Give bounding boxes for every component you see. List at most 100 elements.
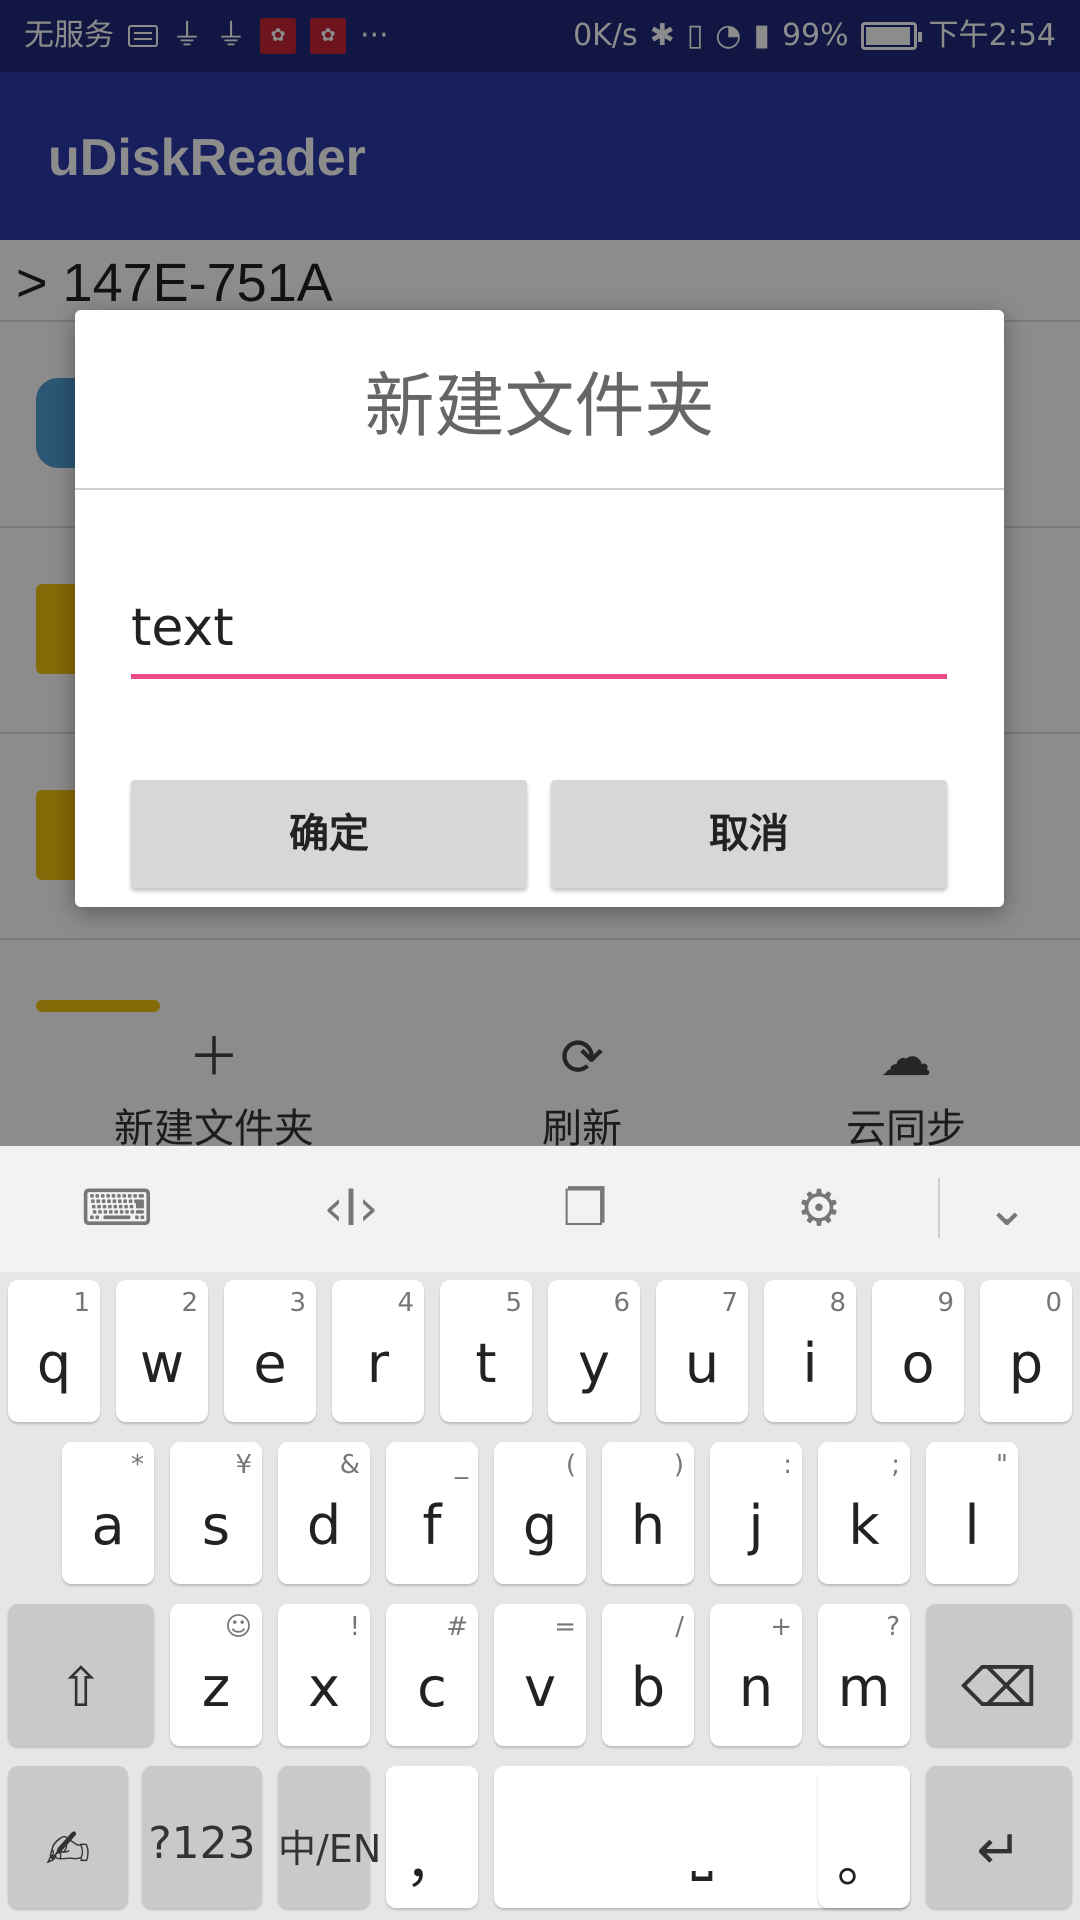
comma-key[interactable]: ， [386,1766,478,1908]
key-hint: * [131,1450,144,1480]
symbols-key[interactable]: ?123 [142,1766,262,1908]
key-e[interactable]: 3e [224,1280,316,1422]
key-k[interactable]: ; k [818,1442,910,1584]
key-v[interactable]: = v [494,1604,586,1746]
dialog-title: 新建文件夹 [364,365,715,447]
key-label: d [306,1494,342,1557]
key-label: n [738,1656,774,1719]
cursor-move-icon[interactable]: ‹I› [306,1168,396,1248]
key-hint: 9 [937,1288,954,1318]
key-label: 。 [837,1831,891,1894]
key-label: w [139,1332,185,1395]
period-key[interactable]: 。 [818,1766,910,1908]
key-hint: 8 [829,1288,846,1318]
key-hint: 6 [613,1288,630,1318]
key-j[interactable]: :j [710,1442,802,1584]
key-u[interactable]: 7u [656,1280,748,1422]
key-hint: ! [349,1612,360,1642]
handwriting-key[interactable]: ✍ [8,1766,128,1908]
key-r[interactable]: 4r [332,1280,424,1422]
symbols-label: ?123 [148,1818,256,1869]
key-label: v [524,1656,556,1719]
key-label: m [837,1656,891,1719]
key-hint: ? [886,1612,900,1642]
keyboard-toolbar: ⌨ ‹I› ❐ ⚙ ⌄ [0,1146,1080,1272]
key-hint: + [770,1612,792,1642]
key-label: p [1008,1332,1044,1395]
key-label: c [417,1656,447,1719]
key-label: h [630,1494,666,1557]
hand-gesture-icon: ✍ [45,1818,91,1881]
confirm-button[interactable]: 确定 [131,780,527,888]
key-label: f [422,1494,442,1557]
key-m[interactable]: ? m [818,1604,910,1746]
key-p[interactable]: 0p [980,1280,1072,1422]
key-n[interactable]: + n [710,1604,802,1746]
clipboard-icon[interactable]: ❐ [540,1168,630,1248]
key-i[interactable]: 8i [764,1280,856,1422]
toolbar-separator [938,1178,940,1238]
key-label: b [630,1656,666,1719]
key-label: y [578,1332,610,1395]
key-hint: 3 [289,1288,306,1318]
key-t[interactable]: 5t [440,1280,532,1422]
gear-icon[interactable]: ⚙ [774,1168,864,1248]
key-h[interactable]: ) h [602,1442,694,1584]
backspace-key[interactable]: ⌫ [926,1604,1072,1746]
key-hint: ) [673,1450,684,1480]
language-label: 中/EN [278,1827,382,1871]
language-key[interactable]: 中/EN [278,1766,382,1908]
enter-key[interactable]: ↵ [926,1766,1072,1908]
key-hint: : [783,1450,792,1480]
key-f[interactable]: _ f [386,1442,478,1584]
soft-keyboard: ⌨ ‹I› ❐ ⚙ ⌄ 1q 2w 3e 4r 5t 6y 7u 8i 9o 0… [0,1146,1080,1920]
key-s[interactable]: ¥ s [170,1442,262,1584]
key-hint: / [675,1612,684,1642]
key-hint: ¥ [235,1450,252,1480]
key-label: r [366,1332,390,1395]
key-hint: 1 [73,1288,90,1318]
cancel-button[interactable]: 取消 [551,780,947,888]
key-label: t [475,1332,497,1395]
key-hint: # [446,1612,468,1642]
chevron-down-icon[interactable]: ⌄ [962,1168,1052,1248]
keyboard-switch-icon[interactable]: ⌨ [72,1168,162,1248]
key-label: a [91,1494,125,1557]
folder-name-input[interactable] [131,588,947,668]
key-hint: ☺ [224,1612,252,1642]
backspace-icon: ⌫ [960,1656,1038,1719]
key-label: g [522,1494,558,1557]
key-q[interactable]: 1q [8,1280,100,1422]
shift-key[interactable]: ⇧ [8,1604,154,1746]
key-b[interactable]: / b [602,1604,694,1746]
key-c[interactable]: # c [386,1604,478,1746]
key-z[interactable]: ☺ z [170,1604,262,1746]
key-hint: 0 [1045,1288,1062,1318]
divider [75,488,1004,490]
key-hint: " [996,1450,1008,1480]
key-g[interactable]: (g [494,1442,586,1584]
key-d[interactable]: & d [278,1442,370,1584]
key-label: z [201,1656,231,1719]
key-hint: = [554,1612,576,1642]
key-label: u [684,1332,720,1395]
key-y[interactable]: 6y [548,1280,640,1422]
key-label: x [308,1656,340,1719]
key-hint: 7 [721,1288,738,1318]
key-o[interactable]: 9o [872,1280,964,1422]
key-label: i [802,1332,818,1395]
key-a[interactable]: * a [62,1442,154,1584]
key-label: o [901,1332,935,1395]
key-label: j [748,1494,764,1557]
key-hint: 2 [181,1288,198,1318]
key-label: k [848,1494,880,1557]
key-x[interactable]: ! x [278,1604,370,1746]
key-l[interactable]: " l [926,1442,1018,1584]
key-label: ， [405,1831,459,1894]
key-hint: & [339,1450,360,1480]
key-label: l [964,1494,980,1557]
key-w[interactable]: 2w [116,1280,208,1422]
key-label: s [201,1494,231,1557]
key-hint: 5 [505,1288,522,1318]
input-underline [131,674,947,679]
